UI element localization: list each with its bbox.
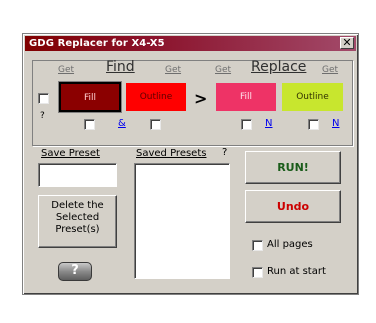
save-preset-input[interactable]	[38, 163, 117, 187]
title-bar[interactable]: GDG Replacer for X4-X5 ✕	[25, 36, 356, 51]
save-preset-label: Save Preset	[41, 148, 100, 159]
find-outline-swatch[interactable]: Outline	[126, 83, 186, 111]
help-button[interactable]: ?	[58, 262, 92, 281]
saved-presets-list[interactable]	[134, 163, 230, 279]
replace-outline-swatch[interactable]: Outline	[282, 83, 343, 111]
replace-outline-checkbox[interactable]	[308, 119, 319, 130]
replace-fill-get-link[interactable]: Get	[215, 65, 231, 75]
arrow-indicator: >	[194, 89, 208, 108]
replace-outline-get-link[interactable]: Get	[322, 65, 338, 75]
saved-presets-label: Saved Presets	[136, 148, 207, 159]
replacer-window: GDG Replacer for X4-X5 ✕ Get Find Get ? …	[22, 33, 359, 295]
all-pages-label: All pages	[267, 239, 313, 250]
find-heading: Find	[106, 59, 135, 75]
delete-preset-button[interactable]: Delete the Selected Preset(s)	[38, 195, 117, 248]
replace-fill-checkbox[interactable]	[241, 119, 252, 130]
undo-button[interactable]: Undo	[245, 190, 341, 223]
find-outline-get-link[interactable]: Get	[165, 65, 181, 75]
find-fill-checkbox[interactable]	[84, 119, 95, 130]
help-question-icon: ?	[71, 263, 79, 278]
find-outline-checkbox[interactable]	[150, 119, 161, 130]
replace-heading: Replace	[251, 59, 307, 75]
all-pages-checkbox[interactable]	[252, 240, 263, 251]
undo-label: Undo	[276, 200, 310, 213]
saved-presets-help-mark: ?	[222, 147, 228, 158]
find-fill-get-link[interactable]: Get	[58, 65, 74, 75]
find-enable-checkbox[interactable]	[38, 93, 49, 104]
close-icon: ✕	[342, 36, 352, 49]
find-outline-label: Outline	[139, 92, 173, 102]
close-button[interactable]: ✕	[340, 37, 354, 49]
find-help-mark: ?	[40, 111, 45, 121]
replace-outline-n-link[interactable]: N	[332, 118, 339, 129]
find-fill-swatch[interactable]: Fill	[58, 81, 122, 113]
replace-fill-swatch[interactable]: Fill	[216, 83, 276, 111]
replace-fill-label: Fill	[239, 92, 253, 102]
replace-outline-label: Outline	[296, 92, 329, 102]
run-button[interactable]: RUN!	[245, 151, 341, 184]
find-and-link[interactable]: &	[118, 118, 126, 129]
run-label: RUN!	[277, 161, 309, 174]
delete-preset-label: Delete the Selected Preset(s)	[51, 200, 104, 235]
run-at-start-checkbox[interactable]	[252, 267, 263, 278]
replace-fill-n-link[interactable]: N	[265, 118, 272, 129]
run-at-start-label: Run at start	[267, 266, 326, 277]
window-title: GDG Replacer for X4-X5	[29, 38, 165, 49]
find-fill-label: Fill	[83, 93, 97, 103]
